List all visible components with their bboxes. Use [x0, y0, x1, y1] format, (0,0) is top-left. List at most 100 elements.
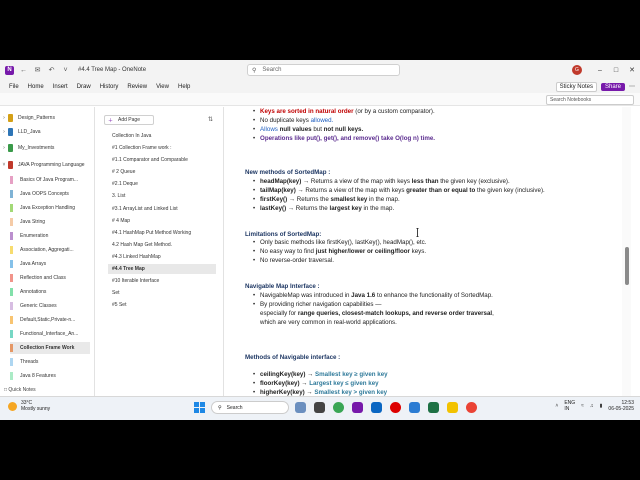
taskbar-search-input[interactable]: ⚲ Search: [211, 401, 289, 414]
page-item[interactable]: Set: [108, 288, 216, 298]
page-content[interactable]: ⤢ • Keys are sorted in natural order (or…: [225, 107, 631, 396]
task-view-icon[interactable]: [314, 402, 325, 413]
section-item[interactable]: Java 8 Features: [10, 370, 90, 382]
chevron-up-icon[interactable]: ˄: [555, 403, 558, 409]
section-item[interactable]: Enumeration: [10, 230, 90, 242]
vertical-scrollbar[interactable]: [622, 107, 631, 396]
section-label: Java OOPS Concepts: [20, 191, 69, 197]
section-item[interactable]: Java Exception Handling: [10, 202, 90, 214]
section-item[interactable]: Generic Classes: [10, 300, 90, 312]
maximize-button[interactable]: □: [608, 67, 624, 74]
add-page-button[interactable]: ＋ Add Page: [104, 115, 154, 125]
menu-draw[interactable]: Draw: [77, 84, 91, 90]
weather-widget[interactable]: 33°C Mostly sunny: [8, 400, 50, 412]
text-run: →: [304, 389, 315, 396]
section-item-active[interactable]: Collection Frame Work: [10, 342, 90, 354]
text-run: the given key (inclusive).: [475, 187, 545, 194]
section-item[interactable]: Default,Static,Private-n...: [10, 314, 90, 326]
page-item[interactable]: #4.3 Linked HashMap: [108, 252, 216, 262]
undo-icon[interactable]: ↶: [47, 66, 56, 75]
windows-start-icon[interactable]: [194, 402, 205, 413]
page-item[interactable]: #2.1 Deque: [108, 179, 216, 189]
add-page-label: Add Page: [118, 117, 140, 123]
text-emphasis: Largest key ≤ given key: [309, 380, 379, 387]
language-region[interactable]: IN: [564, 406, 575, 412]
menu-help[interactable]: Help: [178, 84, 190, 90]
page-item[interactable]: #1 Collection Frame work :: [108, 143, 216, 153]
copilot-icon[interactable]: [295, 402, 306, 413]
scrollbar-thumb[interactable]: [625, 247, 629, 285]
page-item-active[interactable]: #4.4 Tree Map: [108, 264, 216, 274]
menu-history[interactable]: History: [100, 84, 119, 90]
pages-panel: ＋ Add Page ⇅ Collection In Java #1 Colle…: [96, 107, 224, 396]
share-button[interactable]: Share: [600, 82, 625, 91]
section-item[interactable]: Java String: [10, 216, 90, 228]
back-icon[interactable]: ←: [19, 66, 28, 75]
section-item[interactable]: Threads: [10, 356, 90, 368]
word-icon[interactable]: [409, 402, 420, 413]
method-line: floorKey(key) → Largest key ≤ given key: [260, 380, 379, 387]
page-item[interactable]: Collection In Java: [108, 131, 216, 141]
sort-icon[interactable]: ⇅: [208, 116, 213, 123]
window-title: #4.4 Tree Map - OneNote: [78, 67, 147, 73]
bullet: •: [253, 179, 256, 185]
section-color: [10, 358, 13, 366]
avatar[interactable]: G: [572, 65, 582, 75]
chrome-icon[interactable]: [466, 402, 477, 413]
minimize-button[interactable]: –: [592, 67, 608, 74]
menu-insert[interactable]: Insert: [53, 84, 68, 90]
notebook-item[interactable]: › LLD_Java: [0, 126, 95, 138]
section-item[interactable]: Annotations: [10, 286, 90, 298]
section-item[interactable]: Association, Aggregati...: [10, 244, 90, 256]
close-button[interactable]: ✕: [624, 66, 640, 74]
page-item[interactable]: #5 Set: [108, 300, 216, 310]
page-item[interactable]: 3. List: [108, 191, 216, 201]
file-explorer-icon[interactable]: [447, 402, 458, 413]
recorder-icon[interactable]: [390, 402, 401, 413]
page-item[interactable]: #10 Iterable Interface: [108, 276, 216, 286]
excel-icon[interactable]: [428, 402, 439, 413]
section-color: [10, 372, 13, 380]
mail-icon[interactable]: ✉: [33, 66, 42, 75]
bullet: •: [253, 109, 256, 115]
search-notebooks-input[interactable]: Search Notebooks: [546, 95, 634, 105]
search-input[interactable]: ⚲ Search: [247, 64, 400, 76]
bullet: •: [253, 136, 256, 142]
page-item[interactable]: #4.1 HashMap Put Method Working: [108, 228, 216, 238]
menu-home[interactable]: Home: [28, 84, 44, 90]
clock[interactable]: 12:53 06-05-2025: [608, 400, 634, 412]
bullet: •: [253, 118, 256, 124]
page-item[interactable]: # 4 Map: [108, 216, 216, 226]
section-item[interactable]: Reflection and Class: [10, 272, 90, 284]
page-item[interactable]: #1.1 Comparator and Comparable: [108, 155, 216, 165]
dropdown-icon[interactable]: ˅: [61, 66, 70, 75]
method-name: lastKey(): [260, 205, 287, 212]
linkedin-icon[interactable]: [371, 402, 382, 413]
section-item[interactable]: Java Arrays: [10, 258, 90, 270]
section-item[interactable]: Functional_Interface_An...: [10, 328, 90, 340]
screen: N ← ✉ ↶ ˅ #4.4 Tree Map - OneNote ⚲ Sear…: [0, 60, 640, 420]
wifi-icon[interactable]: ≈: [581, 403, 584, 409]
chat-icon[interactable]: [333, 402, 344, 413]
battery-icon[interactable]: ▮: [600, 403, 603, 409]
more-options-icon[interactable]: ⋯: [629, 83, 635, 90]
quick-notes-link[interactable]: □ Quick Notes: [4, 387, 36, 393]
page-item[interactable]: # 2 Queue: [108, 167, 216, 177]
notebook-item[interactable]: ˅ JAVA Programming Language: [0, 159, 95, 171]
page-item[interactable]: #3.1 ArrayList and Linked List: [108, 204, 216, 214]
page-item[interactable]: 4.2 Hash Map Get Method.: [108, 240, 216, 250]
bullet: •: [253, 188, 256, 194]
onenote-app-icon[interactable]: [352, 402, 363, 413]
menu-view[interactable]: View: [156, 84, 169, 90]
section-item[interactable]: Java OOPS Concepts: [10, 188, 90, 200]
notebook-item[interactable]: › Design_Patterns: [0, 112, 95, 124]
menu-review[interactable]: Review: [127, 84, 147, 90]
volume-icon[interactable]: ♫: [590, 403, 594, 409]
quick-notes-label: Quick Notes: [8, 387, 36, 393]
section-item[interactable]: Basics Of Java Program...: [10, 174, 90, 186]
sticky-notes-button[interactable]: Sticky Notes: [555, 81, 597, 92]
menu-file[interactable]: File: [9, 84, 19, 90]
section-label: Enumeration: [20, 233, 49, 239]
bullet: •: [253, 372, 256, 378]
notebook-item[interactable]: › My_Investments: [0, 142, 95, 154]
